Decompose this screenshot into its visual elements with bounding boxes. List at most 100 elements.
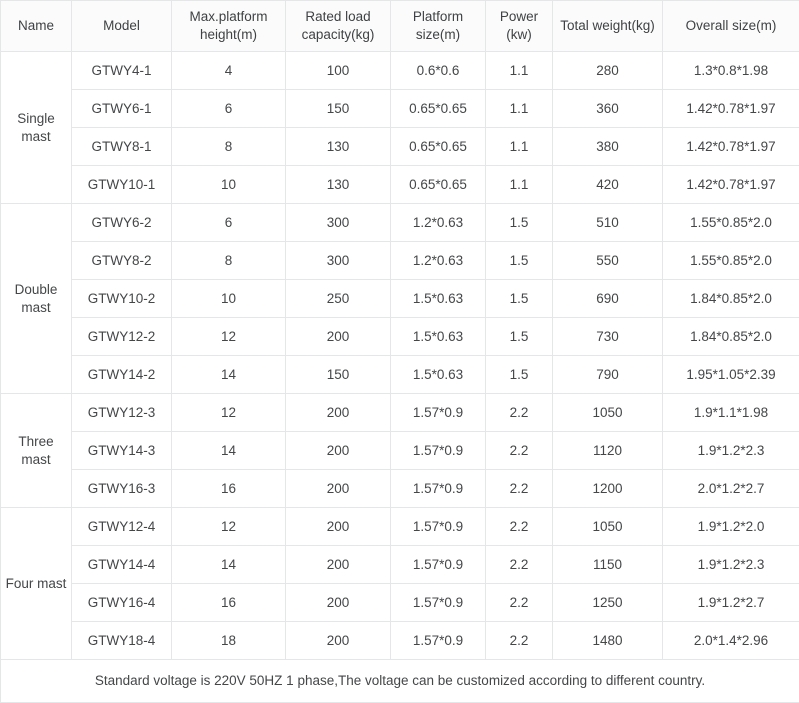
cell-total-weight: 360	[553, 90, 663, 128]
cell-platform-size: 1.57*0.9	[391, 508, 486, 546]
cell-total-weight: 1200	[553, 470, 663, 508]
cell-overall-size: 1.95*1.05*2.39	[663, 356, 799, 394]
cell-model: GTWY12-4	[72, 508, 172, 546]
cell-power: 2.2	[486, 508, 553, 546]
cell-max-platform-height: 8	[172, 242, 286, 280]
specification-table-container: Name Model Max.platform height(m) Rated …	[0, 0, 799, 576]
cell-max-platform-height: 14	[172, 432, 286, 470]
table-footer: Standard voltage is 220V 50HZ 1 phase,Th…	[1, 660, 799, 703]
cell-rated-load-capacity: 200	[286, 432, 391, 470]
cell-max-platform-height: 10	[172, 166, 286, 204]
table-row: GTWY16-4162001.57*0.92.212501.9*1.2*2.7	[1, 584, 799, 622]
cell-rated-load-capacity: 300	[286, 242, 391, 280]
cell-power: 2.2	[486, 584, 553, 622]
column-header-max-platform-height: Max.platform height(m)	[172, 1, 286, 52]
table-row: Double mastGTWY6-263001.2*0.631.55101.55…	[1, 204, 799, 242]
table-row: GTWY18-4182001.57*0.92.214802.0*1.4*2.96	[1, 622, 799, 660]
cell-power: 1.5	[486, 280, 553, 318]
table-row: Single mastGTWY4-141000.6*0.61.12801.3*0…	[1, 52, 799, 90]
cell-overall-size: 1.3*0.8*1.98	[663, 52, 799, 90]
table-row: GTWY8-283001.2*0.631.55501.55*0.85*2.0	[1, 242, 799, 280]
cell-overall-size: 1.55*0.85*2.0	[663, 204, 799, 242]
column-header-platform-size: Platform size(m)	[391, 1, 486, 52]
cell-rated-load-capacity: 100	[286, 52, 391, 90]
cell-power: 1.5	[486, 204, 553, 242]
cell-platform-size: 1.57*0.9	[391, 394, 486, 432]
cell-model: GTWY14-4	[72, 546, 172, 584]
cell-overall-size: 1.9*1.1*1.98	[663, 394, 799, 432]
table-row: GTWY6-161500.65*0.651.13601.42*0.78*1.97	[1, 90, 799, 128]
table-row: GTWY14-4142001.57*0.92.211501.9*1.2*2.3	[1, 546, 799, 584]
cell-platform-size: 0.6*0.6	[391, 52, 486, 90]
cell-rated-load-capacity: 250	[286, 280, 391, 318]
table-body: Single mastGTWY4-141000.6*0.61.12801.3*0…	[1, 52, 799, 660]
cell-model: GTWY18-4	[72, 622, 172, 660]
cell-power: 2.2	[486, 622, 553, 660]
cell-total-weight: 1250	[553, 584, 663, 622]
cell-rated-load-capacity: 200	[286, 584, 391, 622]
product-specification-table: Name Model Max.platform height(m) Rated …	[0, 0, 799, 703]
cell-model: GTWY6-1	[72, 90, 172, 128]
cell-max-platform-height: 16	[172, 584, 286, 622]
table-row: GTWY12-2122001.5*0.631.57301.84*0.85*2.0	[1, 318, 799, 356]
cell-overall-size: 1.55*0.85*2.0	[663, 242, 799, 280]
column-header-power: Power (kw)	[486, 1, 553, 52]
cell-platform-size: 0.65*0.65	[391, 90, 486, 128]
cell-max-platform-height: 14	[172, 546, 286, 584]
cell-power: 1.5	[486, 318, 553, 356]
cell-overall-size: 1.9*1.2*2.3	[663, 546, 799, 584]
table-row: GTWY10-1101300.65*0.651.14201.42*0.78*1.…	[1, 166, 799, 204]
cell-total-weight: 510	[553, 204, 663, 242]
cell-max-platform-height: 12	[172, 394, 286, 432]
cell-model: GTWY12-3	[72, 394, 172, 432]
cell-platform-size: 1.5*0.63	[391, 318, 486, 356]
cell-total-weight: 1050	[553, 508, 663, 546]
cell-max-platform-height: 18	[172, 622, 286, 660]
cell-total-weight: 420	[553, 166, 663, 204]
cell-power: 1.5	[486, 242, 553, 280]
table-row: GTWY8-181300.65*0.651.13801.42*0.78*1.97	[1, 128, 799, 166]
column-header-overall-size: Overall size(m)	[663, 1, 799, 52]
group-name-cell: Single mast	[1, 52, 72, 204]
cell-platform-size: 1.5*0.63	[391, 280, 486, 318]
cell-overall-size: 1.84*0.85*2.0	[663, 318, 799, 356]
cell-max-platform-height: 16	[172, 470, 286, 508]
group-name-cell: Double mast	[1, 204, 72, 394]
table-row: Four mastGTWY12-4122001.57*0.92.210501.9…	[1, 508, 799, 546]
cell-platform-size: 1.57*0.9	[391, 622, 486, 660]
cell-platform-size: 1.57*0.9	[391, 470, 486, 508]
cell-total-weight: 790	[553, 356, 663, 394]
cell-rated-load-capacity: 200	[286, 318, 391, 356]
cell-power: 1.1	[486, 90, 553, 128]
cell-power: 2.2	[486, 394, 553, 432]
cell-platform-size: 1.2*0.63	[391, 242, 486, 280]
cell-model: GTWY14-2	[72, 356, 172, 394]
cell-max-platform-height: 12	[172, 318, 286, 356]
cell-rated-load-capacity: 200	[286, 470, 391, 508]
cell-overall-size: 2.0*1.4*2.96	[663, 622, 799, 660]
table-row: GTWY14-3142001.57*0.92.211201.9*1.2*2.3	[1, 432, 799, 470]
cell-model: GTWY8-2	[72, 242, 172, 280]
cell-platform-size: 0.65*0.65	[391, 166, 486, 204]
cell-total-weight: 1050	[553, 394, 663, 432]
column-header-model: Model	[72, 1, 172, 52]
cell-power: 2.2	[486, 470, 553, 508]
table-row: GTWY14-2141501.5*0.631.57901.95*1.05*2.3…	[1, 356, 799, 394]
cell-overall-size: 1.42*0.78*1.97	[663, 90, 799, 128]
cell-model: GTWY14-3	[72, 432, 172, 470]
cell-max-platform-height: 4	[172, 52, 286, 90]
cell-overall-size: 1.9*1.2*2.7	[663, 584, 799, 622]
cell-overall-size: 1.9*1.2*2.0	[663, 508, 799, 546]
cell-model: GTWY12-2	[72, 318, 172, 356]
column-header-name: Name	[1, 1, 72, 52]
cell-overall-size: 1.42*0.78*1.97	[663, 128, 799, 166]
cell-power: 1.1	[486, 52, 553, 90]
cell-total-weight: 690	[553, 280, 663, 318]
cell-total-weight: 1480	[553, 622, 663, 660]
cell-total-weight: 1150	[553, 546, 663, 584]
cell-model: GTWY16-3	[72, 470, 172, 508]
cell-overall-size: 1.42*0.78*1.97	[663, 166, 799, 204]
header-row: Name Model Max.platform height(m) Rated …	[1, 1, 799, 52]
column-header-total-weight: Total weight(kg)	[553, 1, 663, 52]
cell-model: GTWY10-1	[72, 166, 172, 204]
